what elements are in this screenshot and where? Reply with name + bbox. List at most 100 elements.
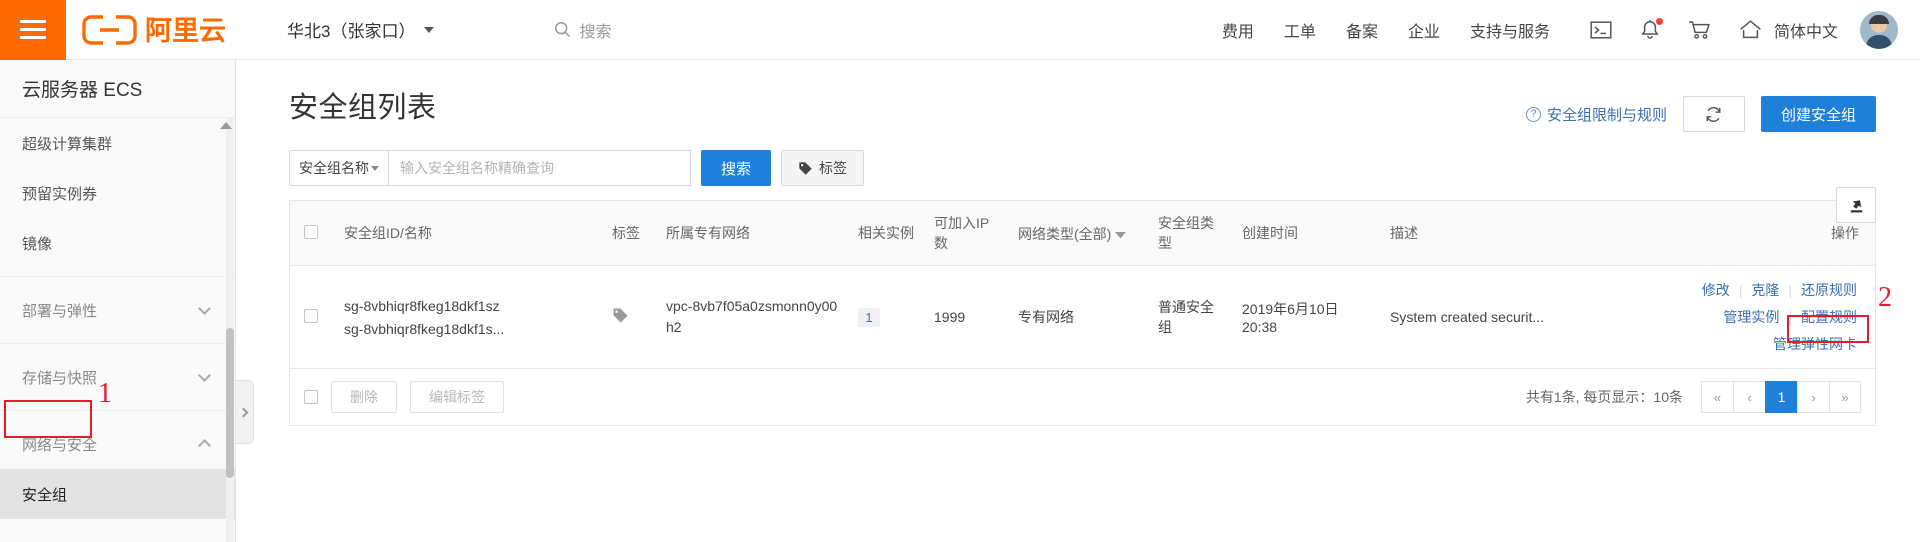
- nav-link-fees[interactable]: 费用: [1222, 18, 1254, 42]
- cell-ip-count: 1999: [934, 309, 966, 325]
- avatar-hair: [1869, 14, 1889, 24]
- pagination-area: 共有1条, 每页显示：10条 « ‹ 1 › »: [1526, 381, 1861, 413]
- aliyun-logo[interactable]: 阿里云: [81, 13, 231, 47]
- op-link-manage-instances[interactable]: 管理实例: [1723, 307, 1779, 327]
- sidebar-group-network-security[interactable]: 网络与安全: [0, 419, 235, 469]
- user-avatar[interactable]: [1860, 10, 1898, 49]
- global-search-placeholder: 搜索: [579, 23, 612, 41]
- topbar-icon-group: [1590, 17, 1762, 41]
- page-first-button[interactable]: «: [1701, 381, 1733, 413]
- topbar-nav-links: 费用 工单 备案 企业 支持与服务: [1222, 18, 1550, 42]
- sidebar-collapse-handle[interactable]: [236, 380, 254, 444]
- tag-icon: [799, 161, 812, 175]
- search-field-select[interactable]: 安全组名称: [289, 150, 389, 186]
- footer-select-all-checkbox[interactable]: [304, 390, 318, 404]
- cell-created-time: 2019年6月10日 20:38: [1242, 301, 1339, 335]
- svg-text:阿里云: 阿里云: [145, 16, 226, 46]
- chevron-down-icon: [198, 368, 211, 382]
- security-group-id[interactable]: sg-8vbhiqr8fkeg18dkf1sz: [344, 298, 596, 314]
- nav-link-tickets[interactable]: 工单: [1284, 18, 1316, 42]
- row-select-cell: [290, 266, 336, 369]
- delete-button[interactable]: 删除: [331, 381, 397, 413]
- chevron-down-icon[interactable]: [1115, 226, 1127, 242]
- related-instances-count[interactable]: 1: [858, 307, 880, 327]
- page-number-1[interactable]: 1: [1765, 381, 1797, 413]
- sidebar-item-reserved-instance[interactable]: 预留实例券: [0, 168, 235, 218]
- table-row: sg-8vbhiqr8fkeg18dkf1sz sg-8vbhiqr8fkeg1…: [290, 266, 1875, 369]
- sidebar-item-images[interactable]: 镜像: [0, 218, 235, 268]
- sidebar-item-label: 超级计算集群: [22, 135, 113, 153]
- notification-bell-button[interactable]: [1640, 17, 1663, 41]
- sidebar-item-security-group[interactable]: 安全组: [0, 469, 235, 519]
- nav-link-support[interactable]: 支持与服务: [1470, 18, 1550, 42]
- sidebar-item-scc[interactable]: 超级计算集群: [0, 118, 235, 168]
- op-link-modify[interactable]: 修改: [1702, 280, 1730, 300]
- security-group-table: 安全组ID/名称 标签 所属专有网络 相关实例 可加入IP数 网络类型(全部) …: [290, 201, 1875, 368]
- search-input[interactable]: [389, 150, 691, 186]
- security-group-limits-link[interactable]: ? 安全组限制与规则: [1525, 104, 1667, 125]
- language-switcher[interactable]: 简体中文: [1774, 18, 1838, 42]
- edit-tag-button[interactable]: 编辑标签: [410, 381, 504, 413]
- search-button[interactable]: 搜索: [701, 150, 771, 186]
- sidebar-scrollbar-thumb[interactable]: [226, 328, 234, 478]
- tag-filter-button[interactable]: 标签: [781, 150, 864, 186]
- refresh-icon: [1707, 106, 1721, 122]
- cell-description: System created securit...: [1390, 308, 1545, 325]
- sidebar-item-label: 部署与弹性: [22, 302, 98, 320]
- operations-row-3: 管理弹性网卡: [1773, 334, 1857, 354]
- sidebar-item-label: 预留实例券: [22, 185, 98, 203]
- cell-operations: 修改 | 克隆 | 还原规则 管理实例 | 配置规则 管理弹性网卡: [1558, 266, 1875, 369]
- cell-tag: [604, 266, 658, 369]
- export-icon: [1850, 199, 1862, 212]
- hamburger-menu-button[interactable]: [0, 0, 66, 60]
- sidebar-group-storage-snapshot[interactable]: 存储与快照: [0, 352, 235, 402]
- home-icon: [1740, 20, 1761, 39]
- op-link-configure-rules[interactable]: 配置规则: [1801, 307, 1857, 327]
- sidebar-item-label: 存储与快照: [22, 369, 98, 387]
- notification-badge-dot: [1655, 17, 1663, 25]
- create-security-group-button[interactable]: 创建安全组: [1760, 96, 1876, 132]
- header-select-all: [290, 201, 336, 266]
- page-next-button[interactable]: ›: [1797, 381, 1829, 413]
- refresh-button[interactable]: [1682, 96, 1745, 132]
- nav-link-enterprise[interactable]: 企业: [1408, 18, 1440, 42]
- home-button[interactable]: [1739, 19, 1762, 40]
- chevron-down-icon: [371, 165, 379, 171]
- operations-row-2: 管理实例 | 配置规则: [1723, 307, 1857, 327]
- header-operations: 操作: [1558, 201, 1875, 266]
- security-group-name[interactable]: sg-8vbhiqr8fkeg18dkf1s...: [344, 321, 596, 337]
- operations-links: 修改 | 克隆 | 还原规则 管理实例 | 配置规则 管理弹性网卡: [1566, 280, 1867, 354]
- row-checkbox[interactable]: [304, 308, 318, 323]
- top-navigation-bar: 阿里云 华北3（张家口） 搜索 费用 工单 备案 企业 支持与服务 简体中文: [0, 0, 1920, 60]
- region-selector[interactable]: 华北3（张家口）: [287, 17, 435, 42]
- header-ip-count: 可加入IP数: [926, 201, 1010, 266]
- operations-row-1: 修改 | 克隆 | 还原规则: [1702, 280, 1857, 300]
- scroll-up-arrow-icon[interactable]: [220, 122, 232, 129]
- header-tag: 标签: [604, 201, 658, 266]
- sidebar-group-deployment-elasticity[interactable]: 部署与弹性: [0, 285, 235, 335]
- left-sidebar: 云服务器 ECS 超级计算集群 预留实例券 镜像 部署与弹性 存储与快照 网络与…: [0, 60, 236, 542]
- pagination: « ‹ 1 › »: [1701, 381, 1861, 413]
- select-all-checkbox[interactable]: [304, 224, 318, 239]
- nav-link-icp[interactable]: 备案: [1346, 18, 1378, 42]
- page-prev-button[interactable]: ‹: [1733, 381, 1765, 413]
- op-link-manage-eni[interactable]: 管理弹性网卡: [1773, 334, 1857, 354]
- header-vpc: 所属专有网络: [658, 201, 850, 266]
- search-field-select-value: 安全组名称: [299, 160, 369, 176]
- global-search-box[interactable]: 搜索: [554, 18, 611, 42]
- chevron-up-icon: [198, 439, 211, 452]
- chevron-down-icon: [424, 26, 435, 33]
- region-label: 华北3（张家口）: [287, 22, 416, 41]
- op-link-restore-rules[interactable]: 还原规则: [1801, 280, 1857, 300]
- tag-icon[interactable]: [612, 307, 629, 324]
- cell-sg-type: 普通安全组: [1158, 299, 1214, 335]
- export-button[interactable]: [1836, 187, 1876, 223]
- header-network-type[interactable]: 网络类型(全部): [1010, 201, 1150, 266]
- operations-divider: |: [1788, 309, 1792, 325]
- cell-instances: 1: [850, 266, 926, 369]
- sidebar-product-title: 云服务器 ECS: [0, 60, 235, 118]
- op-link-clone[interactable]: 克隆: [1751, 280, 1779, 300]
- shopping-cart-button[interactable]: [1688, 19, 1711, 40]
- page-last-button[interactable]: »: [1829, 381, 1861, 413]
- terminal-icon-button[interactable]: [1590, 20, 1612, 40]
